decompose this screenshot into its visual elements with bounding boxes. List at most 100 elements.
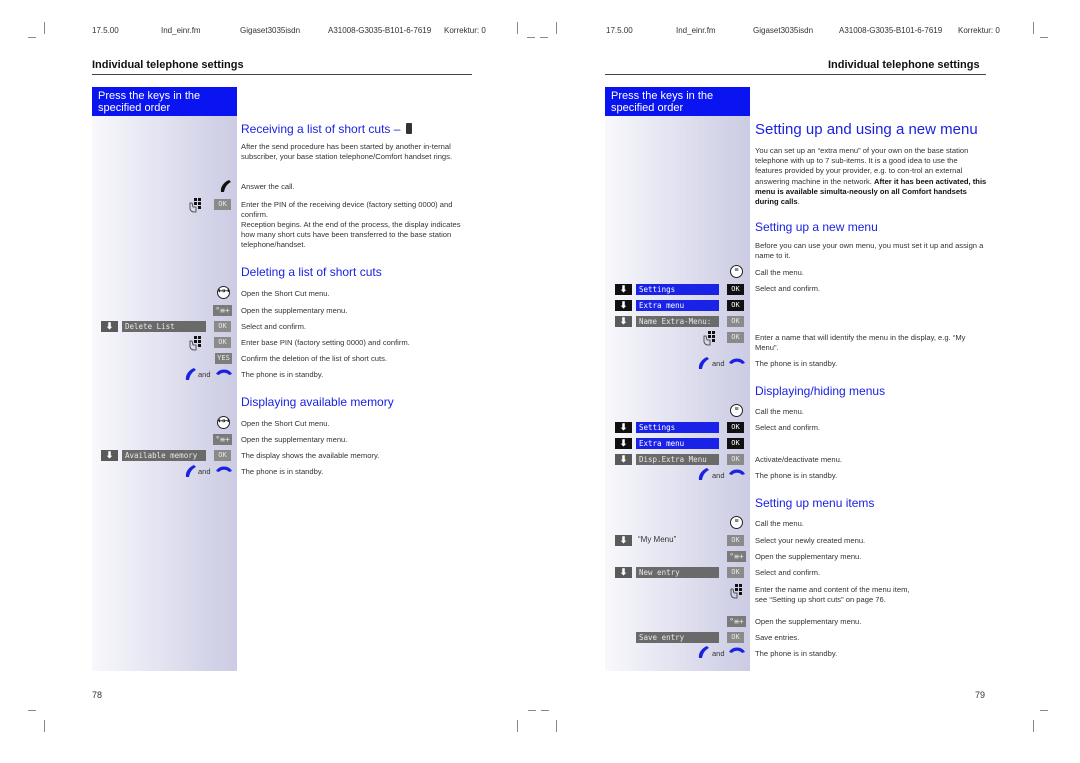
crop-mark	[540, 37, 548, 38]
step-text: Open the supplementary menu.	[755, 617, 862, 626]
section-heading: Deleting a list of short cuts	[241, 265, 382, 279]
crop-mark	[541, 710, 549, 711]
section-intro: After the send procedure has been starte…	[241, 142, 453, 162]
lift-handset-icon	[185, 368, 196, 380]
keypad-icon	[189, 336, 201, 351]
display-entry: Settings	[636, 422, 719, 433]
step-text: Enter a name that will identify the menu…	[755, 333, 966, 352]
yes-key: YES	[215, 353, 232, 364]
page-title: Individual telephone settings	[92, 59, 244, 71]
shortcut-key-icon: ↤↦	[217, 416, 230, 429]
down-arrow-icon: ⬇	[615, 438, 632, 449]
lift-handset-icon	[698, 357, 709, 369]
ok-key: OK	[727, 567, 744, 578]
crop-mark	[517, 22, 518, 34]
crop-mark	[1033, 22, 1034, 34]
step-text: Select and confirm.	[755, 568, 820, 577]
crop-mark	[556, 720, 557, 732]
step-text: Confirm the deletion of the list of shor…	[241, 354, 388, 363]
display-entry: Delete List	[122, 321, 206, 332]
step-text: The phone is in standby.	[755, 649, 838, 658]
ok-key: OK	[727, 316, 744, 327]
sidebar-heading: Press the keys in the specified order	[605, 87, 750, 116]
step-text: Save entries.	[755, 633, 800, 642]
step-text: Select and confirm.	[755, 423, 820, 432]
crop-mark	[28, 37, 36, 38]
crop-mark	[44, 720, 45, 732]
hang-up-icon	[729, 647, 745, 653]
main-heading: Setting up and using a new menu	[755, 121, 978, 138]
keypad-icon	[189, 198, 201, 213]
step-text: Select and confirm.	[755, 284, 820, 293]
step-text: Open the supplementary menu.	[241, 435, 348, 444]
step-text: The phone is in standby.	[241, 370, 324, 379]
lift-handset-icon	[220, 180, 231, 192]
display-entry: Name Extra-Menu:	[636, 316, 719, 327]
meta-product: Gigaset3035isdn	[753, 26, 814, 35]
supplementary-menu-icon: °≡+	[213, 305, 232, 316]
step-text: Call the menu.	[755, 407, 804, 416]
page-number: 78	[92, 690, 103, 700]
menu-key-icon: ≡	[730, 404, 743, 417]
lift-handset-icon	[698, 468, 709, 480]
hang-up-icon	[216, 369, 232, 375]
step-text: Open the Short Cut menu.	[241, 289, 330, 298]
ok-key: OK	[214, 337, 231, 348]
meta-product: Gigaset3035isdn	[240, 26, 301, 35]
display-entry: Settings	[636, 284, 719, 295]
menu-key-icon: ≡	[730, 265, 743, 278]
down-arrow-icon: ⬇	[615, 284, 632, 295]
step-text: see “Setting up short cuts” on page 76.	[755, 595, 886, 604]
crop-mark	[528, 710, 536, 711]
section-heading: Setting up menu items	[755, 496, 875, 510]
page-title: Individual telephone settings	[828, 59, 980, 71]
step-text: Open the supplementary menu.	[755, 552, 862, 561]
lift-handset-icon	[185, 465, 196, 477]
step-text: The phone is in standby.	[241, 467, 324, 476]
crop-mark	[517, 720, 518, 732]
down-arrow-icon: ⬇	[101, 450, 118, 461]
step-text: Enter base PIN (factory setting 0000) an…	[241, 338, 410, 347]
meta-correction: Korrektur: 0	[958, 26, 1000, 35]
ok-key: OK	[214, 450, 231, 461]
divider	[92, 74, 472, 75]
step-text: Enter the name and content of the menu i…	[755, 585, 910, 594]
down-arrow-icon: ⬇	[615, 567, 632, 578]
ok-key: OK	[727, 454, 744, 465]
display-entry: Extra menu	[636, 438, 719, 449]
step-text: Answer the call.	[241, 182, 295, 191]
ok-key: OK	[214, 321, 231, 332]
ok-key: OK	[727, 438, 744, 449]
step-text: Activate/deactivate menu.	[755, 455, 842, 464]
menu-key-icon: ≡	[730, 516, 743, 529]
ok-key: OK	[727, 422, 744, 433]
ok-key: OK	[214, 199, 231, 210]
meta-doc-number: A31008-G3035-B101-6-7619	[839, 26, 943, 35]
display-entry: New entry	[636, 567, 719, 578]
and-label: and	[712, 359, 725, 368]
divider	[605, 74, 986, 75]
step-text: Select and confirm.	[241, 322, 306, 331]
meta-correction: Korrektur: 0	[444, 26, 486, 35]
hang-up-icon	[729, 469, 745, 475]
and-label: and	[712, 471, 725, 480]
step-text: The display shows the available memory.	[241, 451, 380, 460]
ok-key: OK	[727, 284, 744, 295]
section-heading: Displaying/hiding menus	[755, 384, 886, 398]
ok-key: OK	[727, 535, 744, 546]
lift-handset-icon	[698, 646, 709, 658]
main-intro: You can set up an “extra menu” of your o…	[755, 146, 987, 207]
step-text: The phone is in standby.	[755, 359, 838, 368]
down-arrow-icon: ⬇	[615, 535, 632, 546]
meta-doc-number: A31008-G3035-B101-6-7619	[328, 26, 432, 35]
step-text: Open the supplementary menu.	[241, 306, 348, 315]
display-entry: Available memory	[122, 450, 206, 461]
ok-key: OK	[727, 300, 744, 311]
supplementary-menu-icon: °≡+	[727, 616, 746, 627]
keypad-icon	[730, 584, 742, 599]
step-text: Call the menu.	[755, 268, 804, 277]
meta-file: Ind_einr.fm	[161, 26, 201, 35]
down-arrow-icon: ⬇	[615, 454, 632, 465]
display-entry: “My Menu”	[638, 535, 677, 544]
section-heading: Displaying available memory	[241, 395, 394, 409]
